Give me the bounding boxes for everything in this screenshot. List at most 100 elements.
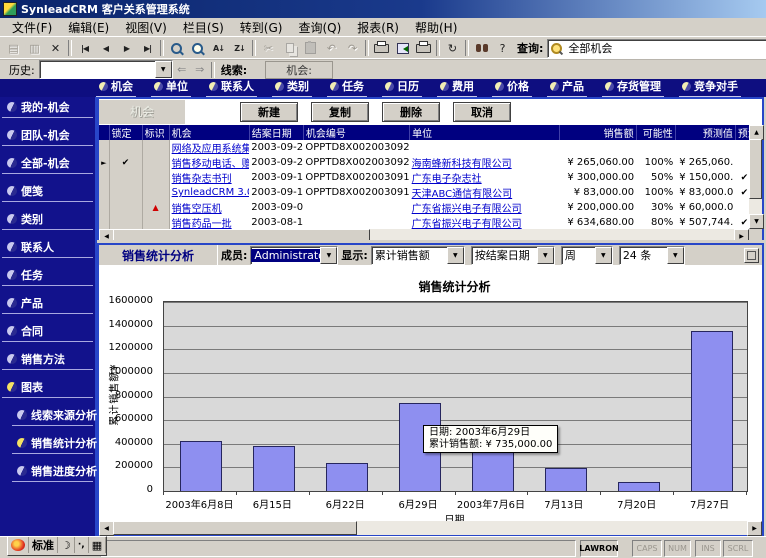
opportunity-link[interactable]: SynleadCRM 3.0 [169,185,249,200]
back-icon[interactable]: ⇐ [173,61,191,79]
unit-link[interactable]: 广东电子杂志社 [410,170,560,185]
sidebar-item[interactable]: 便笺 [2,181,93,202]
sidebar-item[interactable]: 合同 [2,321,93,342]
display-select[interactable]: 累计销售额 ▼ [371,246,465,265]
chevron-down-icon[interactable]: ▼ [447,247,464,264]
unit-link[interactable]: 广东省振兴电子有限公司 [410,200,560,215]
column-header[interactable]: 结案日期 [249,125,303,140]
count-select[interactable]: 24 条 ▼ [619,246,685,265]
column-header[interactable]: 可能性 [636,125,675,140]
sidebar-item[interactable]: 销售统计分析 [12,433,93,454]
column-header[interactable]: 预测值 [675,125,735,140]
sidebar-item[interactable]: 销售进度分析 [12,461,93,482]
export-icon[interactable] [392,39,413,57]
table-row[interactable]: 网络及应用系统集成2003-09-23OPPTD8X0020030923001 [99,140,749,155]
grid-vertical-scrollbar[interactable]: ▲ ▼ [749,125,762,229]
sidebar-item[interactable]: 团队-机会 [2,125,93,146]
column-header[interactable]: 标识 [142,125,169,140]
print-icon[interactable] [371,39,392,57]
tab-存货管理[interactable]: 存货管理 [602,78,664,97]
zoom-icon[interactable] [166,39,187,57]
scroll-right-icon[interactable]: ▶ [747,521,762,536]
sidebar-item[interactable]: 线索来源分析 [12,405,93,426]
maximize-panel-button[interactable] [744,248,759,263]
column-header[interactable]: 预测 [735,125,749,140]
group-by-select[interactable]: 按结案日期 ▼ [471,246,555,265]
sort-ascending-icon[interactable]: A↓ [208,39,229,57]
menu-item[interactable]: 栏目(S) [175,17,232,38]
opportunity-link[interactable]: 销售移动电话、赠送 [169,155,249,170]
opportunity-link[interactable]: 网络及应用系统集成 [169,140,249,155]
first-record-icon[interactable]: |◀ [74,39,95,57]
opportunity-link[interactable]: 销售杂志书刊 [169,170,249,185]
tab-费用[interactable]: 费用 [437,78,477,97]
context-help-icon[interactable]: ? [492,39,513,57]
unit-link[interactable]: 广东省振兴电子有限公司 [410,215,560,229]
chevron-down-icon[interactable]: ▼ [320,247,337,264]
menu-item[interactable]: 编辑(E) [60,17,117,38]
bar-7月20日[interactable] [618,482,660,491]
table-row[interactable]: ►✔销售移动电话、赠送2003-09-23OPPTD8X002003092300… [99,155,749,170]
ime-mode-button[interactable]: 标准 [29,537,58,553]
tab-单位[interactable]: 单位 [151,78,191,97]
bar-7月13日[interactable] [545,468,587,491]
prev-record-icon[interactable]: ◀ [95,39,116,57]
tab-竞争对手[interactable]: 竞争对手 [679,78,741,97]
tab-任务[interactable]: 任务 [327,78,367,97]
sidebar-item[interactable]: 我的-机会 [2,97,93,118]
chevron-down-icon[interactable]: ▼ [595,247,612,264]
bar-2003年6月8日[interactable] [180,441,222,491]
chevron-down-icon[interactable]: ▼ [537,247,554,264]
delete-record-icon[interactable]: ✕ [45,39,66,57]
column-header[interactable]: 销售额 [560,125,636,140]
history-select[interactable]: ▼ [39,60,173,79]
chevron-down-icon[interactable]: ▼ [155,61,172,78]
column-header[interactable]: 机会编号 [303,125,409,140]
table-row[interactable]: ▲销售空压机2003-09-09广东省振兴电子有限公司¥ 200,000.003… [99,200,749,215]
period-select[interactable]: 周 ▼ [561,246,613,265]
menu-item[interactable]: 视图(V) [117,17,175,38]
table-row[interactable]: 销售杂志书刊2003-09-16OPPTD8X0020030916001广东电子… [99,170,749,185]
menu-item[interactable]: 转到(G) [232,17,291,38]
unit-link[interactable] [410,140,560,155]
scroll-left-icon[interactable]: ◀ [99,521,114,536]
sidebar-item[interactable]: 销售方法 [2,349,93,370]
ime-fullhalf-button[interactable]: ☽ [58,537,75,553]
forward-icon[interactable]: ⇒ [191,61,209,79]
ime-punctuation-button[interactable]: ·, [75,537,89,553]
tab-机会[interactable]: 机会 [96,78,136,97]
tab-类别[interactable]: 类别 [272,78,312,97]
member-select[interactable]: Administrator ▼ [250,246,338,265]
bar-6月22日[interactable] [326,463,368,491]
grid-vscroll-thumb[interactable] [749,139,762,199]
unit-link[interactable]: 海南蜂新科技有限公司 [410,155,560,170]
取消-button[interactable]: 取消 [453,102,511,122]
menu-item[interactable]: 帮助(H) [407,17,465,38]
find-icon[interactable] [471,39,492,57]
table-row[interactable]: SynleadCRM 3.02003-09-16OPPTD8X002003091… [99,185,749,200]
新建-button[interactable]: 新建 [240,102,298,122]
query-select[interactable]: 全部机会▼ [547,39,766,58]
menu-item[interactable]: 文件(F) [4,17,60,38]
sidebar-item[interactable]: 类别 [2,209,93,230]
chart-hscroll-thumb[interactable] [113,521,357,535]
删除-button[interactable]: 删除 [382,102,440,122]
scroll-down-icon[interactable]: ▼ [749,214,764,229]
next-record-icon[interactable]: ▶ [116,39,137,57]
sidebar-item[interactable]: 全部-机会 [2,153,93,174]
sidebar-item[interactable]: 任务 [2,265,93,286]
chart-horizontal-scrollbar[interactable]: ◀ ▶ [99,521,762,535]
table-row[interactable]: 销售药品一批2003-08-11广东省振兴电子有限公司¥ 634,680.008… [99,215,749,229]
menu-item[interactable]: 报表(R) [349,17,407,38]
scroll-up-icon[interactable]: ▲ [749,125,764,140]
opportunity-link[interactable]: 销售空压机 [169,200,249,215]
column-header[interactable] [99,125,109,140]
refresh-icon[interactable]: ↻ [442,39,463,57]
last-record-icon[interactable]: ▶| [137,39,158,57]
unit-link[interactable]: 天津ABC通信有限公司 [410,185,560,200]
column-header[interactable]: 机会 [169,125,249,140]
ime-logo-button[interactable] [8,537,29,553]
bar-7月27日[interactable] [691,331,733,491]
chevron-down-icon[interactable]: ▼ [667,247,684,264]
tab-日历[interactable]: 日历 [382,78,422,97]
